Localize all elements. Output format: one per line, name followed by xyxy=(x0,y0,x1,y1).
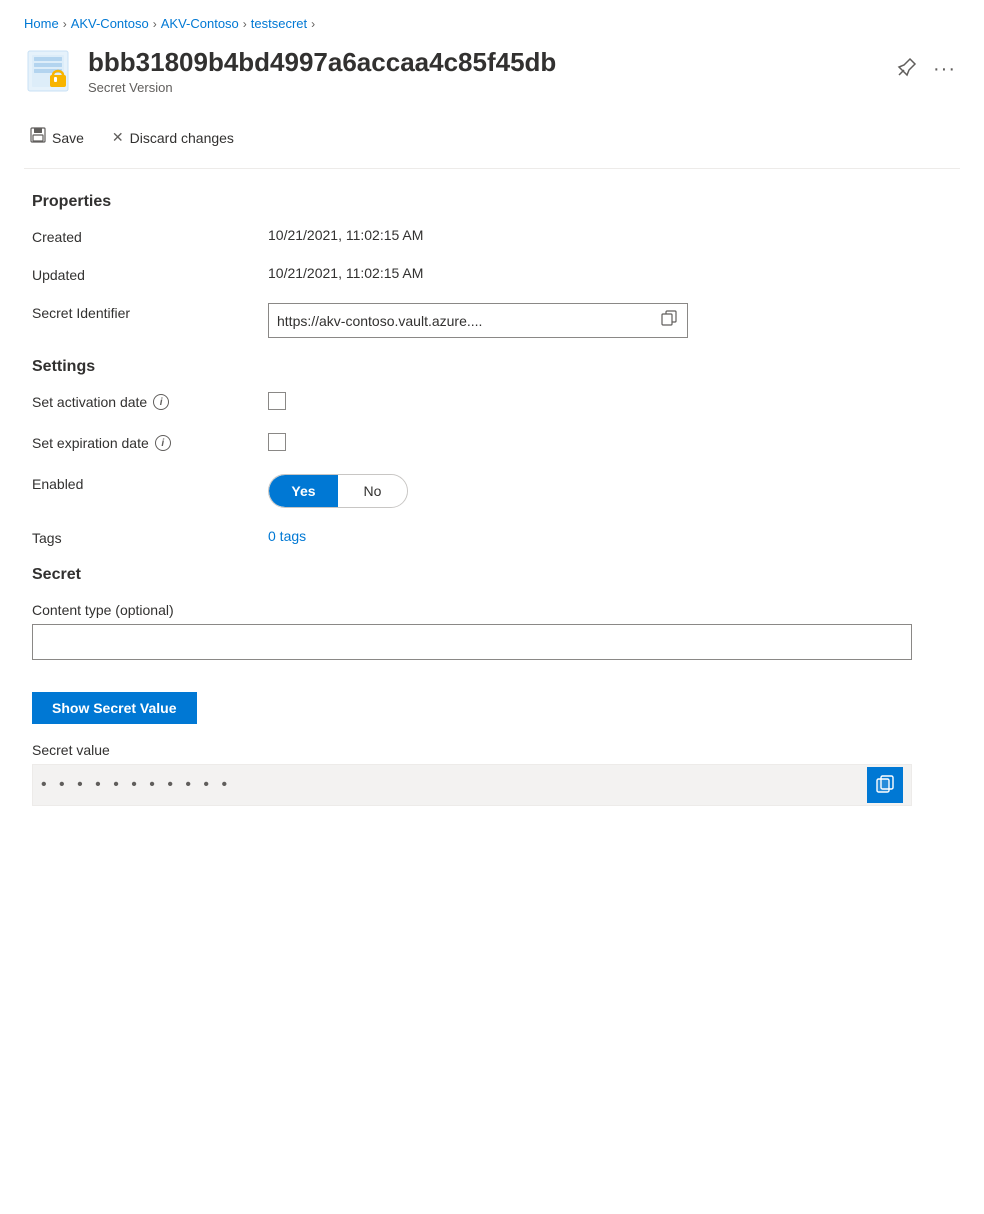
updated-label: Updated xyxy=(32,265,252,283)
tags-link[interactable]: 0 tags xyxy=(268,528,306,544)
secret-section: Secret Content type (optional) Show Secr… xyxy=(32,566,952,806)
more-options-button[interactable]: ··· xyxy=(929,54,960,85)
secret-dots: • • • • • • • • • • • xyxy=(41,776,859,794)
tags-row: Tags 0 tags xyxy=(32,528,952,546)
enabled-toggle-container: Yes No xyxy=(268,474,952,508)
identifier-text: https://akv-contoso.vault.azure.... xyxy=(277,313,651,329)
properties-section: Properties Created 10/21/2021, 11:02:15 … xyxy=(32,193,952,338)
expiration-info-icon[interactable]: i xyxy=(155,435,171,451)
properties-title: Properties xyxy=(32,193,952,211)
enabled-row: Enabled Yes No xyxy=(32,474,952,508)
expiration-checkbox-container xyxy=(268,433,952,454)
enabled-label: Enabled xyxy=(32,474,252,492)
save-icon xyxy=(30,127,46,148)
breadcrumb-sep-3: › xyxy=(243,17,247,31)
breadcrumb-testsecret[interactable]: testsecret xyxy=(251,16,307,31)
activation-info-icon[interactable]: i xyxy=(153,394,169,410)
page-title: bbb31809b4bd4997a6accaa4c85f45db xyxy=(88,47,877,78)
identifier-row: Secret Identifier https://akv-contoso.va… xyxy=(32,303,952,338)
save-label: Save xyxy=(52,130,84,146)
activation-row: Set activation date i xyxy=(32,392,952,413)
copy-icon xyxy=(661,313,677,330)
secret-value-container: • • • • • • • • • • • xyxy=(32,764,912,806)
updated-row: Updated 10/21/2021, 11:02:15 AM xyxy=(32,265,952,283)
page-header: bbb31809b4bd4997a6accaa4c85f45db Secret … xyxy=(24,47,960,95)
activation-checkbox-container xyxy=(268,392,952,413)
kv-icon xyxy=(24,47,72,95)
pin-button[interactable] xyxy=(893,53,921,86)
expiration-checkbox[interactable] xyxy=(268,433,286,451)
settings-section: Settings Set activation date i Set expir… xyxy=(32,358,952,546)
page-title-block: bbb31809b4bd4997a6accaa4c85f45db Secret … xyxy=(88,47,877,95)
toolbar: Save ✕ Discard changes xyxy=(24,115,960,169)
identifier-label: Secret Identifier xyxy=(32,303,252,321)
identifier-field: https://akv-contoso.vault.azure.... xyxy=(268,303,688,338)
discard-icon: ✕ xyxy=(112,129,124,146)
expiration-label: Set expiration date i xyxy=(32,433,252,451)
content-type-label: Content type (optional) xyxy=(32,600,252,618)
breadcrumb-sep-2: › xyxy=(153,17,157,31)
breadcrumb-akv1[interactable]: AKV-Contoso xyxy=(71,16,149,31)
page-subtitle: Secret Version xyxy=(88,80,877,95)
created-value: 10/21/2021, 11:02:15 AM xyxy=(268,227,952,243)
tags-label: Tags xyxy=(32,528,252,546)
expiration-row: Set expiration date i xyxy=(32,433,952,454)
created-label: Created xyxy=(32,227,252,245)
updated-value: 10/21/2021, 11:02:15 AM xyxy=(268,265,952,281)
breadcrumb-akv2[interactable]: AKV-Contoso xyxy=(161,16,239,31)
header-actions: ··· xyxy=(893,47,960,86)
secret-title: Secret xyxy=(32,566,952,584)
activation-label: Set activation date i xyxy=(32,392,252,410)
toggle-yes-button[interactable]: Yes xyxy=(269,475,338,507)
save-button[interactable]: Save xyxy=(24,123,90,152)
content-type-input[interactable] xyxy=(32,624,912,660)
copy-secret-icon xyxy=(876,775,894,796)
breadcrumb-home[interactable]: Home xyxy=(24,16,59,31)
more-icon: ··· xyxy=(933,58,956,81)
show-secret-button[interactable]: Show Secret Value xyxy=(32,692,197,724)
pin-icon xyxy=(897,57,917,82)
secret-value-label: Secret value xyxy=(32,740,952,758)
breadcrumb-sep-4: › xyxy=(311,17,315,31)
activation-checkbox[interactable] xyxy=(268,392,286,410)
created-row: Created 10/21/2021, 11:02:15 AM xyxy=(32,227,952,245)
content-area: Properties Created 10/21/2021, 11:02:15 … xyxy=(24,193,960,806)
copy-secret-button[interactable] xyxy=(867,767,903,803)
tags-value: 0 tags xyxy=(268,528,952,544)
discard-label: Discard changes xyxy=(130,130,234,146)
content-type-row: Content type (optional) xyxy=(32,600,952,660)
breadcrumb-sep-1: › xyxy=(63,17,67,31)
toggle-no-button[interactable]: No xyxy=(338,475,407,507)
copy-identifier-button[interactable] xyxy=(659,308,679,333)
page-container: Home › AKV-Contoso › AKV-Contoso › tests… xyxy=(0,0,984,838)
enabled-toggle: Yes No xyxy=(268,474,408,508)
breadcrumb: Home › AKV-Contoso › AKV-Contoso › tests… xyxy=(24,16,960,31)
identifier-value: https://akv-contoso.vault.azure.... xyxy=(268,303,952,338)
discard-button[interactable]: ✕ Discard changes xyxy=(106,125,240,150)
settings-title: Settings xyxy=(32,358,952,376)
secret-value-section: Secret value • • • • • • • • • • • xyxy=(32,740,952,806)
